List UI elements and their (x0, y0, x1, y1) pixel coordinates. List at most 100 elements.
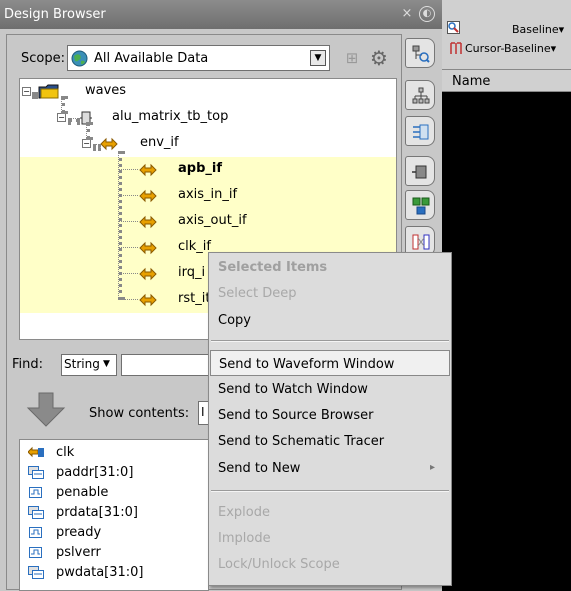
connectivity-icon (412, 197, 430, 215)
scope-label: Scope: (21, 51, 65, 66)
clock-signal-icon (28, 446, 44, 458)
interface-icon (139, 267, 157, 281)
tree-label: rst_it (178, 291, 211, 306)
cursor-baseline-icon[interactable] (450, 42, 463, 55)
signal-row-pready[interactable]: pready (20, 524, 208, 542)
tab-hierarchy[interactable] (405, 80, 435, 110)
signal-icon (29, 527, 42, 538)
chevron-down-icon[interactable]: ▼ (310, 50, 326, 66)
tree-label: alu_matrix_tb_top (112, 109, 229, 124)
interface-icon (139, 163, 157, 177)
interface-icon (139, 189, 157, 203)
signal-row-prdata[interactable]: prdata[31:0] (20, 504, 208, 522)
menu-item-copy[interactable]: Copy (210, 307, 450, 333)
hierarchy-icon (412, 87, 430, 104)
tree-connector (118, 151, 122, 300)
menu-separator (211, 490, 449, 492)
signal-label: prdata[31:0] (56, 505, 138, 520)
trace-icon (412, 234, 430, 250)
interface-icon (139, 215, 157, 229)
scope-select[interactable]: All Available Data ▼ (67, 45, 330, 71)
tree-row-axis-out-if[interactable]: axis_out_if (20, 209, 396, 235)
signal-row-clk[interactable]: clk (20, 444, 208, 462)
scope-value: All Available Data (94, 51, 209, 66)
signal-row-pslverr[interactable]: pslverr (20, 544, 208, 562)
tree-row-apb-if[interactable]: apb_if (20, 157, 396, 183)
signal-row-pwdata[interactable]: pwdata[31:0] (20, 564, 208, 582)
tree-label: irq_i (178, 265, 206, 280)
tree-connector (118, 221, 138, 222)
close-icon[interactable]: × (400, 7, 414, 21)
tab-drivers[interactable] (405, 116, 435, 146)
design-browser-icon (412, 45, 430, 63)
loads-icon (412, 165, 427, 179)
cursor-baseline-dropdown[interactable]: Cursor-Baseline▾ (465, 42, 556, 55)
tree-connector (32, 92, 38, 96)
signal-label: penable (56, 485, 109, 500)
interface-icon (139, 241, 157, 255)
tree-connector (118, 195, 138, 196)
tree-connector (118, 299, 138, 300)
menu-header-selected-items: Selected Items (218, 260, 328, 275)
collapse-icon[interactable]: − (57, 113, 66, 122)
tab-loads[interactable] (405, 156, 435, 186)
folder-icon (38, 84, 59, 99)
globe-icon (71, 50, 88, 67)
tree-row-env-if[interactable]: − env_if (20, 131, 396, 157)
menu-separator (211, 340, 449, 342)
menu-item-send-to-source-browser[interactable]: Send to Source Browser (210, 402, 450, 428)
signal-icon (29, 487, 42, 498)
bus-signal-icon (28, 506, 44, 519)
signal-label: pwdata[31:0] (56, 565, 144, 580)
tab-design-browser[interactable] (405, 38, 435, 68)
find-mode-value: String (64, 357, 100, 371)
undock-icon[interactable]: ◐ (419, 6, 435, 22)
bus-signal-icon (28, 466, 44, 479)
signal-label: paddr[31:0] (56, 465, 134, 480)
menu-item-explode: Explode (218, 505, 270, 520)
signal-row-penable[interactable]: penable (20, 484, 208, 502)
baseline-dropdown[interactable]: Baseline▾ (512, 23, 564, 36)
signal-label: pslverr (56, 545, 101, 560)
tree-connector (86, 122, 90, 140)
find-input[interactable] (121, 354, 213, 376)
tree-label: env_if (140, 135, 179, 150)
context-menu: Selected Items Select Deep Copy Send to … (208, 252, 452, 586)
design-browser-titlebar[interactable]: Design Browser × ◐ (0, 0, 442, 29)
chevron-down-icon[interactable]: ▼ (103, 359, 110, 369)
menu-item-send-to-schematic-tracer[interactable]: Send to Schematic Tracer (210, 428, 450, 454)
tree-label: waves (85, 83, 127, 98)
signal-row-paddr[interactable]: paddr[31:0] (20, 464, 208, 482)
interface-icon (100, 137, 118, 151)
design-browser-title: Design Browser (4, 7, 106, 22)
tree-connector (61, 96, 65, 114)
collapse-icon[interactable]: − (82, 139, 91, 148)
signal-label: pready (56, 525, 102, 540)
menu-item-implode: Implode (218, 531, 271, 546)
menu-item-send-to-waveform-window[interactable]: Send to Waveform Window (210, 350, 450, 376)
interface-icon (139, 293, 157, 307)
gear-icon[interactable]: ⚙ (367, 46, 391, 70)
signal-list[interactable]: clk paddr[31:0] penable prdata[31:0] pre… (19, 439, 209, 591)
signal-icon (29, 547, 42, 558)
tree-connector (118, 273, 138, 274)
arrow-down-icon[interactable] (26, 392, 66, 428)
tab-connectivity[interactable] (405, 190, 435, 220)
collapse-icon[interactable]: − (22, 87, 31, 96)
tree-row-axis-in-if[interactable]: axis_in_if (20, 183, 396, 209)
find-label: Find: (12, 357, 44, 372)
submenu-arrow-icon: ▸ (430, 462, 436, 473)
baseline-icon[interactable] (447, 21, 460, 34)
menu-item-send-to-watch-window[interactable]: Send to Watch Window (210, 376, 450, 402)
menu-item-lock-unlock-scope: Lock/Unlock Scope (218, 557, 340, 572)
tree-connector (118, 169, 138, 170)
hierarchy-icon[interactable]: ⊞ (340, 47, 364, 69)
name-column-header[interactable]: Name (452, 74, 490, 89)
tree-connector (93, 144, 101, 148)
tree-label: axis_in_if (178, 187, 238, 202)
tree-row-waves[interactable]: − waves (20, 79, 396, 105)
tree-connector (118, 247, 138, 248)
bus-signal-icon (28, 566, 44, 579)
show-contents-label: Show contents: (89, 406, 190, 421)
menu-item-send-to-new[interactable]: Send to New (210, 455, 450, 481)
